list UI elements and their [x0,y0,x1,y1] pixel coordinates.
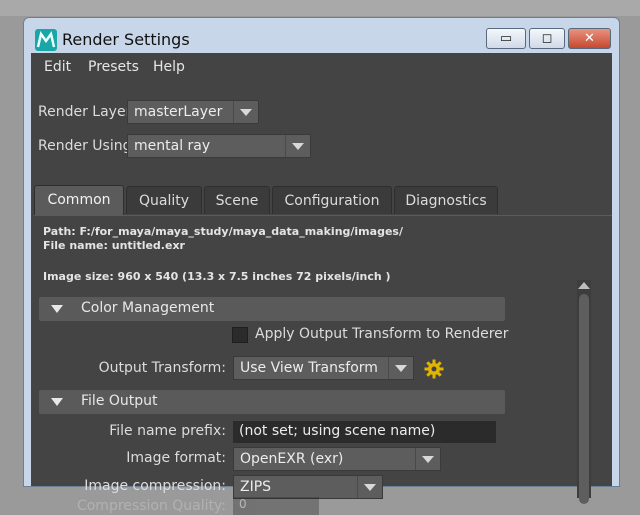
chevron-down-icon [415,448,440,470]
image-format-value: OpenEXR (exr) [240,451,344,467]
compression-quality-value: 0 [239,497,247,511]
file-name-prefix-value: (not set; using scene name) [239,423,436,439]
title-bar[interactable]: Render Settings ▭ ◻ ✕ [24,18,619,54]
file-output-header[interactable]: File Output [39,390,505,414]
common-tab-panel: Path: F:/for_maya/maya_study/maya_data_m… [34,215,612,515]
color-management-title: Color Management [81,300,215,316]
menu-bar: Edit Presets Help [31,53,612,81]
compression-quality-input[interactable]: 0 [233,497,319,515]
gear-icon[interactable] [424,359,444,379]
file-name-text: File name: untitled.exr [43,239,185,252]
tab-diagnostics[interactable]: Diagnostics [394,186,498,214]
chevron-down-icon [285,135,310,157]
apply-output-transform-label: Apply Output Transform to Renderer [255,326,509,342]
panel-scrollbar[interactable] [577,280,591,504]
collapse-arrow-icon [51,305,63,313]
render-layer-label: Render Layer [38,104,132,120]
image-format-label: Image format: [126,450,226,466]
image-compression-label: Image compression: [84,478,226,494]
output-transform-dropdown[interactable]: Use View Transform [233,356,414,380]
apply-output-transform-checkbox[interactable] [232,327,248,343]
render-layer-dropdown[interactable]: masterLayer [127,100,259,124]
menu-edit[interactable]: Edit [44,59,71,75]
file-name-prefix-label: File name prefix: [109,423,226,439]
menu-help[interactable]: Help [153,59,185,75]
image-size-text: Image size: 960 x 540 (13.3 x 7.5 inches… [43,270,391,283]
window-title: Render Settings [62,30,190,49]
close-button[interactable]: ✕ [568,28,611,49]
file-output-title: File Output [81,393,158,409]
image-path-text: Path: F:/for_maya/maya_study/maya_data_m… [43,225,403,238]
minimize-icon: ▭ [499,31,513,46]
compression-quality-label: Compression Quality: [76,498,226,514]
color-management-header[interactable]: Color Management [39,297,505,321]
render-layer-value: masterLayer [134,104,223,120]
chevron-down-icon [388,357,413,379]
image-format-dropdown[interactable]: OpenEXR (exr) [233,447,441,471]
maximize-button[interactable]: ◻ [529,28,565,49]
tab-bar: Common Quality Scene Configuration Diagn… [34,185,612,216]
image-compression-dropdown[interactable]: ZIPS [233,475,383,499]
scrollbar-thumb[interactable] [579,294,589,504]
output-transform-label: Output Transform: [98,360,226,376]
maya-app-icon [35,29,57,51]
window-content: Edit Presets Help Render Layer masterLay… [31,53,612,515]
scroll-up-arrow-icon[interactable] [578,282,590,289]
tab-common[interactable]: Common [34,185,124,215]
maximize-icon: ◻ [541,31,553,46]
file-name-prefix-input[interactable]: (not set; using scene name) [233,421,496,443]
tab-scene[interactable]: Scene [204,186,270,214]
desktop-background [0,0,640,16]
render-using-dropdown[interactable]: mental ray [127,134,311,158]
close-icon: ✕ [584,31,595,46]
image-compression-value: ZIPS [240,479,272,495]
chevron-down-icon [357,476,382,498]
tab-configuration[interactable]: Configuration [272,186,392,214]
collapse-arrow-icon [51,398,63,406]
output-transform-value: Use View Transform [240,360,378,376]
render-settings-window: Render Settings ▭ ◻ ✕ Edit Presets Help … [23,17,620,515]
minimize-button[interactable]: ▭ [486,28,526,49]
menu-presets[interactable]: Presets [88,59,139,75]
render-using-label: Render Using [38,138,132,154]
tab-quality[interactable]: Quality [126,186,202,214]
chevron-down-icon [233,101,258,123]
render-using-value: mental ray [134,138,211,154]
